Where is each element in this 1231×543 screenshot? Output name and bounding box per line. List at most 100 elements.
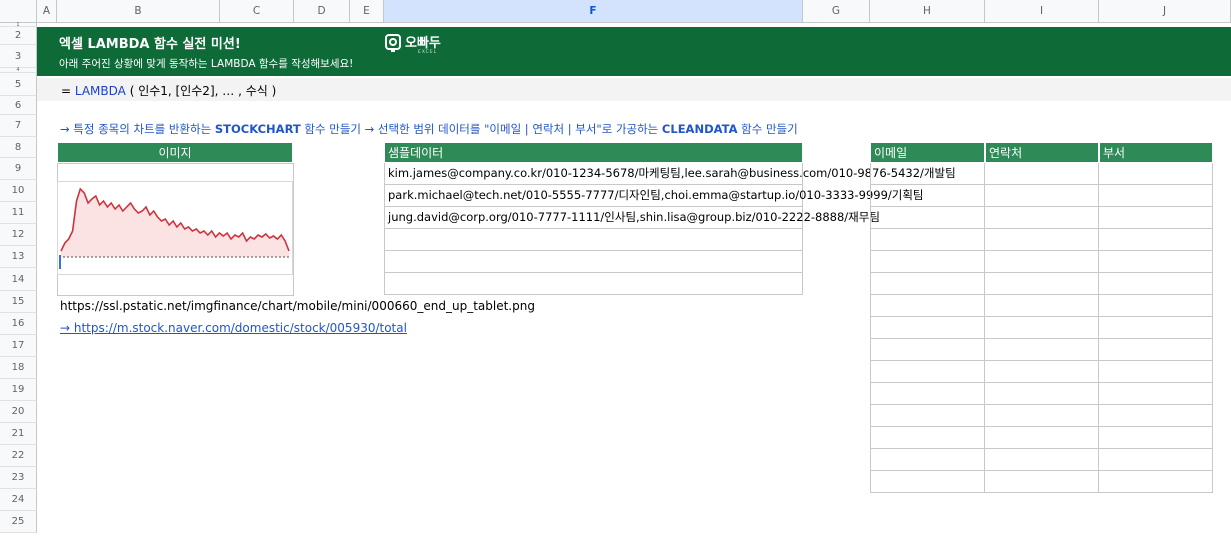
column-header-c[interactable]: C [220, 0, 294, 23]
formula-equals: = [61, 84, 72, 98]
row-header-21[interactable]: 21 [0, 423, 37, 445]
result-cell[interactable] [985, 361, 1099, 383]
row-header-13[interactable]: 13 [0, 246, 37, 268]
row-header-10[interactable]: 10 [0, 180, 37, 202]
row-header-11[interactable]: 11 [0, 202, 37, 224]
row-header-24[interactable]: 24 [0, 489, 37, 511]
result-cell[interactable] [870, 449, 985, 471]
result-cell[interactable] [985, 405, 1099, 427]
column-header-i[interactable]: I [985, 0, 1099, 23]
image-header: 이미지 [57, 142, 293, 163]
result-cell[interactable] [1099, 471, 1213, 493]
result-cell[interactable] [985, 163, 1099, 185]
result-cell[interactable] [870, 229, 985, 251]
result-cell[interactable] [1099, 251, 1213, 273]
row-header-15[interactable]: 15 [0, 291, 37, 313]
sample-data-row[interactable] [384, 273, 803, 295]
column-header-b[interactable]: B [57, 0, 220, 23]
result-cell[interactable] [1099, 339, 1213, 361]
row-header-8[interactable]: 8 [0, 137, 37, 158]
result-cell[interactable] [1099, 449, 1213, 471]
mission1-prefix: → 특정 종목의 차트를 반환하는 [60, 122, 215, 136]
select-all-corner[interactable] [0, 0, 37, 23]
sample-data-row[interactable]: park.michael@tech.net/010-5555-7777/디자인팀… [384, 185, 924, 207]
result-cell[interactable] [985, 295, 1099, 317]
result-cell[interactable] [985, 251, 1099, 273]
result-cell[interactable] [985, 185, 1099, 207]
row-header-20[interactable]: 20 [0, 401, 37, 423]
column-header-h[interactable]: H [870, 0, 985, 23]
result-cell[interactable] [985, 273, 1099, 295]
result-cell[interactable] [985, 207, 1099, 229]
row-header-3[interactable]: 3 [0, 45, 37, 68]
result-cell[interactable] [1099, 317, 1213, 339]
result-cell[interactable] [1099, 207, 1213, 229]
result-cell[interactable] [985, 427, 1099, 449]
result-header-1: 연락처 [985, 142, 1099, 163]
sample-data-row[interactable]: jung.david@corp.org/010-7777-1111/인사팀,sh… [384, 207, 880, 229]
row-header-2[interactable]: 2 [0, 27, 37, 45]
result-cell[interactable] [985, 383, 1099, 405]
column-header-j[interactable]: J [1099, 0, 1231, 23]
result-cell[interactable] [985, 471, 1099, 493]
formula-name: LAMBDA [74, 84, 126, 98]
result-cell[interactable] [1099, 405, 1213, 427]
result-cell[interactable] [1099, 273, 1213, 295]
result-header-2: 부서 [1099, 142, 1213, 163]
result-cell[interactable] [870, 185, 985, 207]
result-cell[interactable] [870, 273, 985, 295]
result-cell[interactable] [1099, 163, 1213, 185]
sample-data-row[interactable] [384, 229, 803, 251]
result-cell[interactable] [870, 317, 985, 339]
stock-link-text[interactable]: → https://m.stock.naver.com/domestic/sto… [60, 321, 407, 335]
result-cell[interactable] [985, 229, 1099, 251]
result-cell[interactable] [1099, 427, 1213, 449]
result-cell[interactable] [985, 317, 1099, 339]
sample-data-row[interactable] [384, 251, 803, 273]
row-header-14[interactable]: 14 [0, 268, 37, 291]
row-header-18[interactable]: 18 [0, 357, 37, 379]
result-cell[interactable] [1099, 361, 1213, 383]
column-header-g[interactable]: G [803, 0, 870, 23]
row-header-12[interactable]: 12 [0, 224, 37, 246]
result-header-0: 이메일 [870, 142, 985, 163]
result-cell[interactable] [985, 449, 1099, 471]
result-cell[interactable] [1099, 229, 1213, 251]
column-header-d[interactable]: D [294, 0, 350, 23]
row-header-9[interactable]: 9 [0, 158, 37, 180]
row-header-6[interactable]: 6 [0, 96, 37, 115]
column-header-e[interactable]: E [350, 0, 384, 23]
stock-chart-image [57, 181, 293, 275]
result-cell[interactable] [870, 339, 985, 361]
column-header-a[interactable]: A [37, 0, 57, 23]
row-header-7[interactable]: 7 [0, 115, 37, 137]
row-header-17[interactable]: 17 [0, 335, 37, 357]
result-cell[interactable] [870, 163, 985, 185]
row-header-16[interactable]: 16 [0, 313, 37, 335]
image-url-text: https://ssl.pstatic.net/imgfinance/chart… [60, 299, 535, 313]
result-cell[interactable] [870, 251, 985, 273]
result-cell[interactable] [870, 427, 985, 449]
row-header-5[interactable]: 5 [0, 73, 37, 96]
result-cell[interactable] [1099, 295, 1213, 317]
stock-link[interactable]: → https://m.stock.naver.com/domestic/sto… [60, 321, 407, 335]
sample-data-row[interactable]: kim.james@company.co.kr/010-1234-5678/마케… [384, 163, 956, 185]
result-cell[interactable] [870, 361, 985, 383]
result-cell[interactable] [1099, 185, 1213, 207]
logo-subtext: EXCEL [418, 50, 438, 55]
result-cell[interactable] [870, 207, 985, 229]
result-cell[interactable] [870, 405, 985, 427]
row-header-23[interactable]: 23 [0, 467, 37, 489]
sample-header: 샘플데이터 [384, 142, 803, 163]
row-header-22[interactable]: 22 [0, 445, 37, 467]
result-cell[interactable] [1099, 383, 1213, 405]
image-row-divider [57, 163, 294, 182]
row-header-25[interactable]: 25 [0, 511, 37, 533]
row-header-19[interactable]: 19 [0, 379, 37, 401]
result-cell[interactable] [870, 295, 985, 317]
column-header-f[interactable]: F [384, 0, 803, 23]
result-cell[interactable] [870, 471, 985, 493]
result-cell[interactable] [870, 383, 985, 405]
mission-line: → 특정 종목의 차트를 반환하는 STOCKCHART 함수 만들기 → 선택… [60, 121, 798, 137]
result-cell[interactable] [985, 339, 1099, 361]
